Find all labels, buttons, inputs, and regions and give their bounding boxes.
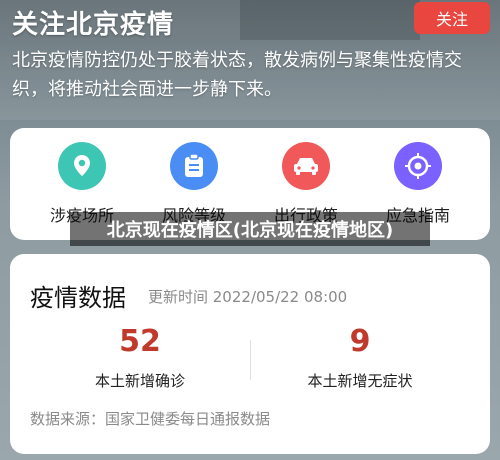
follow-button[interactable]: 关注 <box>414 2 490 34</box>
location-pin-icon <box>58 142 106 190</box>
confirmed-label: 本土新增确诊 <box>94 372 185 390</box>
epidemic-data-card: 疫情数据 更新时间 2022/05/22 08:00 52 本土新增确诊 9 本… <box>10 254 490 454</box>
target-icon <box>394 142 442 190</box>
car-icon <box>282 142 330 190</box>
image-caption: 北京现在疫情区(北京现在疫情地区) <box>70 212 430 246</box>
page-description: 北京疫情防控仍处于胶着状态，散发病例与聚集性疫情交织，将推动社会面进一步静下来。 <box>12 50 462 100</box>
update-time: 更新时间 2022/05/22 08:00 <box>148 288 348 306</box>
section-title: 疫情数据 <box>30 284 126 312</box>
asymptomatic-count: 9 <box>349 324 371 359</box>
asymptomatic-label: 本土新增无症状 <box>307 372 413 390</box>
clipboard-icon <box>170 142 218 190</box>
confirmed-count: 52 <box>119 324 161 359</box>
page-title: 关注北京疫情 <box>12 10 175 40</box>
data-source: 数据来源：国家卫健委每日通报数据 <box>30 410 271 428</box>
background-shape <box>240 0 420 40</box>
stat-divider <box>250 340 251 380</box>
